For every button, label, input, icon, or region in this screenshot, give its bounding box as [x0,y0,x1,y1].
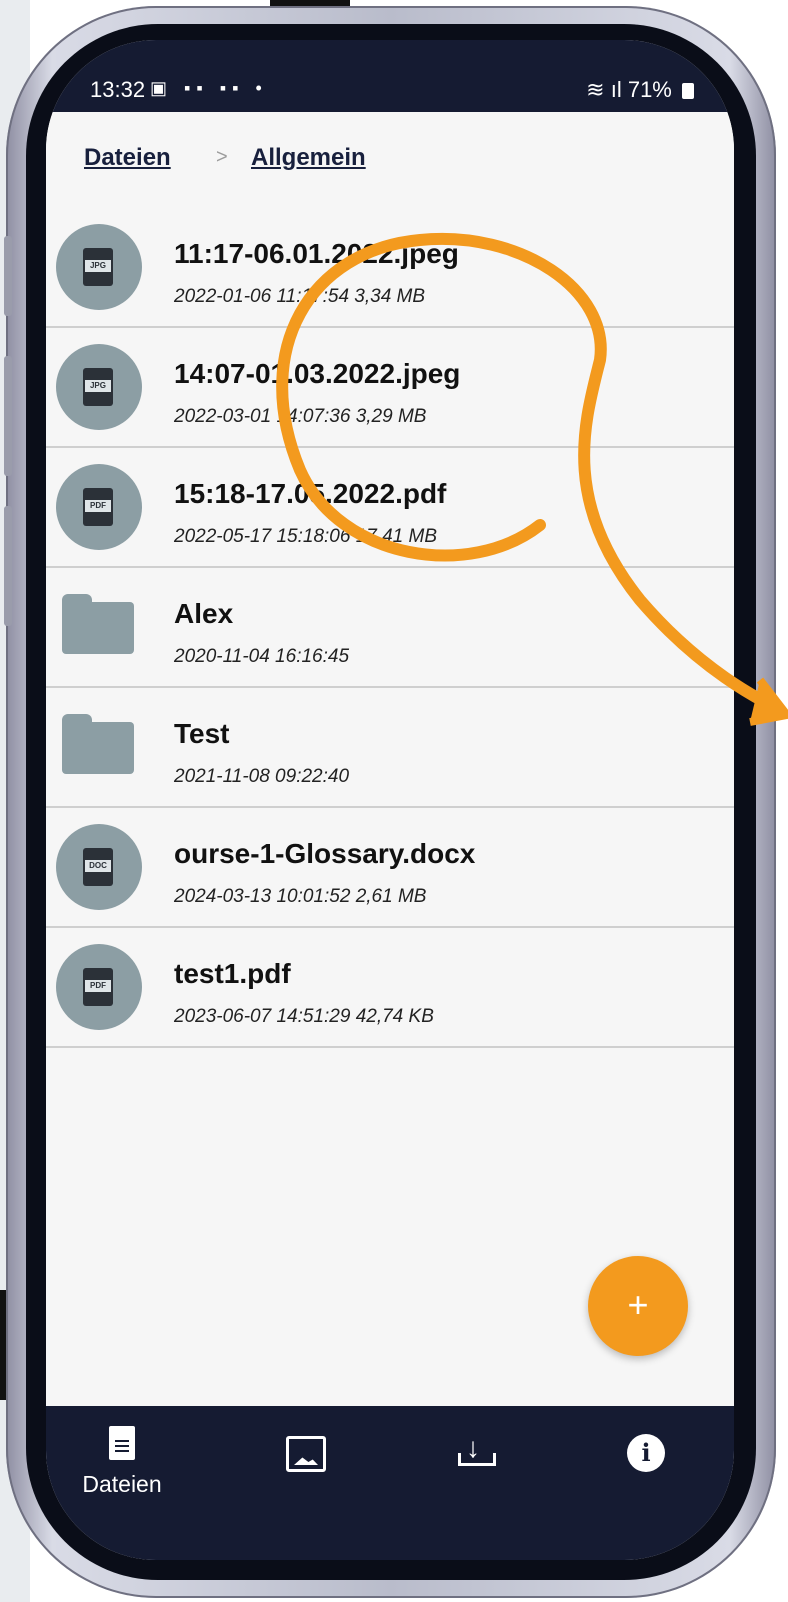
file-meta: 2024-03-13 10:01:52 2,61 MB [174,886,427,907]
wifi-signal-icon: ≋ ıl [586,77,622,102]
file-type-badge: PDF [85,500,111,512]
doc-file-icon: DOC [56,824,142,910]
folder-name: Alex [174,598,234,629]
file-name: ourse-1-Glossary.docx [174,838,476,869]
side-button [4,356,12,476]
doc-shape: JPG [83,248,113,286]
file-name: 15:18-17.05.2022.pdf [174,478,447,509]
jpg-file-icon: JPG [56,344,142,430]
folder-body [62,602,134,654]
file-type-badge: JPG [85,260,111,272]
file-type-badge: PDF [85,980,111,992]
file-type-badge: JPG [85,380,111,392]
folder-row[interactable]: Alex 2020-11-04 16:16:45 [46,568,734,688]
file-row[interactable]: JPG 11:17-06.01.2022.jpeg 2022-01-06 11:… [46,208,734,328]
side-button [4,506,12,626]
doc-shape: DOC [83,848,113,886]
status-time: 13:32 [90,77,146,102]
info-icon: i [627,1434,665,1472]
folder-body [62,722,134,774]
status-bar: 13:32 ▣ ▪▪ ▪▪ • ≋ ıl 71% [46,40,734,112]
folder-meta: 2021-11-08 09:22:40 [174,766,350,787]
file-name: 11:17-06.01.2022.jpeg [174,238,459,269]
file-meta: 2022-03-01 14:07:36 3,29 MB [174,406,427,427]
folder-meta: 2020-11-04 16:16:45 [174,646,350,667]
breadcrumb-separator: > [216,146,228,168]
file-name: test1.pdf [174,958,291,989]
app-screen: 13:32 ▣ ▪▪ ▪▪ • ≋ ıl 71% Dateien > Allge… [46,40,734,1560]
jpg-file-icon: JPG [56,224,142,310]
notification-icons: ▣ ▪▪ ▪▪ • [150,78,268,98]
pdf-file-icon: PDF [56,464,142,550]
file-row[interactable]: PDF 15:18-17.05.2022.pdf 2022-05-17 15:1… [46,448,734,568]
doc-shape: PDF [83,488,113,526]
file-row[interactable]: PDF test1.pdf 2023-06-07 14:51:29 42,74 … [46,928,734,1048]
folder-row[interactable]: Test 2021-11-08 09:22:40 [46,688,734,808]
folder-icon [62,714,134,774]
file-meta: 2022-05-17 15:18:06 17,41 MB [174,526,438,547]
doc-shape: PDF [83,968,113,1006]
breadcrumb-root-link[interactable]: Dateien [84,144,171,172]
pdf-file-icon: PDF [56,944,142,1030]
file-type-badge: DOC [85,860,111,872]
file-name: 14:07-01.03.2022.jpeg [174,358,461,389]
battery-status: ≋ ıl 71% [586,77,694,103]
file-icon [109,1426,135,1460]
side-button [4,236,12,316]
battery-percent: 71% [627,77,672,102]
gallery-icon [286,1436,326,1472]
file-meta: 2022-01-06 11:17:54 3,34 MB [174,286,426,307]
battery-icon [682,83,694,99]
nav-files-label: Dateien [82,1471,162,1497]
nav-download-tab[interactable] [426,1426,526,1471]
download-icon [458,1432,496,1466]
file-row[interactable]: JPG 14:07-01.03.2022.jpeg 2022-03-01 14:… [46,328,734,448]
nav-files-tab[interactable]: Dateien [72,1426,172,1498]
breadcrumb-current-link[interactable]: Allgemein [251,144,366,172]
file-meta: 2023-06-07 14:51:29 42,74 KB [174,1006,434,1027]
folder-name: Test [174,718,230,749]
doc-shape: JPG [83,368,113,406]
bottom-navigation: Dateien i [46,1406,734,1560]
file-row[interactable]: DOC ourse-1-Glossary.docx 2024-03-13 10:… [46,808,734,928]
nav-gallery-tab[interactable] [256,1426,356,1477]
nav-info-tab[interactable]: i [596,1426,696,1472]
folder-icon [62,594,134,654]
add-button[interactable]: + [588,1256,688,1356]
file-list: JPG 11:17-06.01.2022.jpeg 2022-01-06 11:… [46,208,734,1048]
breadcrumb: Dateien > Allgemein [46,112,734,210]
